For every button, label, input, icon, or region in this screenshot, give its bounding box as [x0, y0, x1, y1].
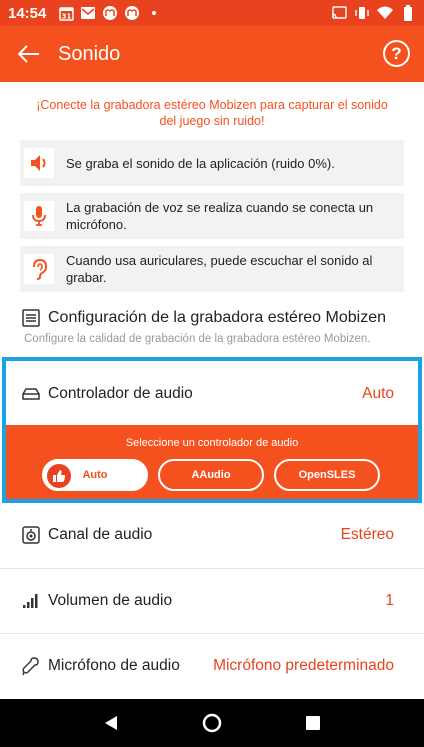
audio-volume-value: 1	[385, 592, 394, 609]
info-card-text: La grabación de voz se realiza cuando se…	[66, 200, 374, 232]
app-icon	[102, 5, 118, 21]
info-card-text: Se graba el sonido de la aplicación (rui…	[66, 155, 335, 171]
info-card-headphones: Cuando usa auriculares, puede escuchar e…	[20, 246, 404, 292]
ear-icon	[24, 254, 54, 284]
back-arrow-icon[interactable]	[0, 26, 58, 82]
driver-icon	[22, 385, 40, 403]
dot-icon	[146, 5, 162, 21]
microphone-outline-icon	[22, 657, 40, 676]
page-title: Sonido	[58, 42, 121, 65]
driver-panel-label: Seleccione un controlador de audio	[125, 437, 299, 449]
vibrate-icon	[354, 5, 370, 21]
help-icon[interactable]: ?	[383, 40, 410, 67]
divider	[0, 633, 424, 634]
status-bar: 14:54 31	[0, 0, 424, 26]
cast-icon	[331, 5, 347, 21]
audio-microphone-value: Micrófono predeterminado	[213, 657, 394, 674]
wifi-icon	[377, 5, 393, 21]
speaker-box-icon	[22, 526, 40, 544]
app-bar: Sonido ?	[0, 26, 424, 82]
audio-driver-label: Controlador de audio	[48, 385, 193, 402]
audio-microphone-row[interactable]: Micrófono de audio Micrófono predetermin…	[0, 641, 424, 691]
audio-channel-row[interactable]: Canal de audio Estéreo	[0, 510, 424, 560]
status-time: 14:54	[8, 4, 47, 22]
svg-text:31: 31	[62, 12, 72, 20]
audio-channel-value: Estéreo	[340, 526, 394, 543]
nav-home-icon[interactable]	[192, 703, 232, 743]
app-icon-2	[124, 5, 140, 21]
settings-list-icon	[22, 309, 40, 327]
audio-channel-label: Canal de audio	[48, 526, 153, 543]
driver-option-label: AAudio	[191, 469, 231, 481]
driver-option-label: OpenSLES	[298, 469, 356, 481]
audio-volume-label: Volumen de audio	[48, 592, 173, 609]
audio-driver-value: Auto	[362, 385, 394, 402]
config-section[interactable]: Configuración de la grabadora estéreo Mo…	[22, 309, 412, 345]
config-subtitle: Configure la calidad de grabación de la …	[24, 333, 371, 345]
info-card-voice: La grabación de voz se realiza cuando se…	[20, 193, 404, 239]
speaker-icon	[24, 148, 54, 178]
stereo-recorder-notice: ¡Conecte la grabadora estéreo Mobizen pa…	[36, 98, 388, 128]
signal-bars-icon	[22, 592, 40, 610]
calendar-icon: 31	[58, 5, 74, 21]
thumbs-up-icon	[47, 464, 71, 488]
nav-recents-icon[interactable]	[293, 703, 333, 743]
divider	[0, 568, 424, 569]
microphone-icon	[24, 201, 54, 231]
battery-icon	[400, 5, 416, 21]
audio-volume-row[interactable]: Volumen de audio 1	[0, 576, 424, 626]
config-title: Configuración de la grabadora estéreo Mo…	[48, 309, 386, 326]
gmail-icon	[80, 5, 96, 21]
nav-back-icon[interactable]	[91, 703, 131, 743]
info-card-text: Cuando usa auriculares, puede escuchar e…	[66, 253, 373, 285]
info-card-app-sound: Se graba el sonido de la aplicación (rui…	[20, 140, 404, 186]
navigation-bar	[0, 699, 424, 747]
driver-option-opensles[interactable]: OpenSLES	[274, 459, 380, 491]
driver-option-label: Auto	[82, 469, 108, 481]
driver-selection-panel: Seleccione un controlador de audio Auto …	[6, 425, 418, 499]
driver-option-auto[interactable]: Auto	[42, 459, 148, 491]
audio-driver-row[interactable]: Controlador de audio Auto	[0, 370, 424, 418]
audio-microphone-label: Micrófono de audio	[48, 657, 180, 674]
driver-option-aaudio[interactable]: AAudio	[158, 459, 264, 491]
